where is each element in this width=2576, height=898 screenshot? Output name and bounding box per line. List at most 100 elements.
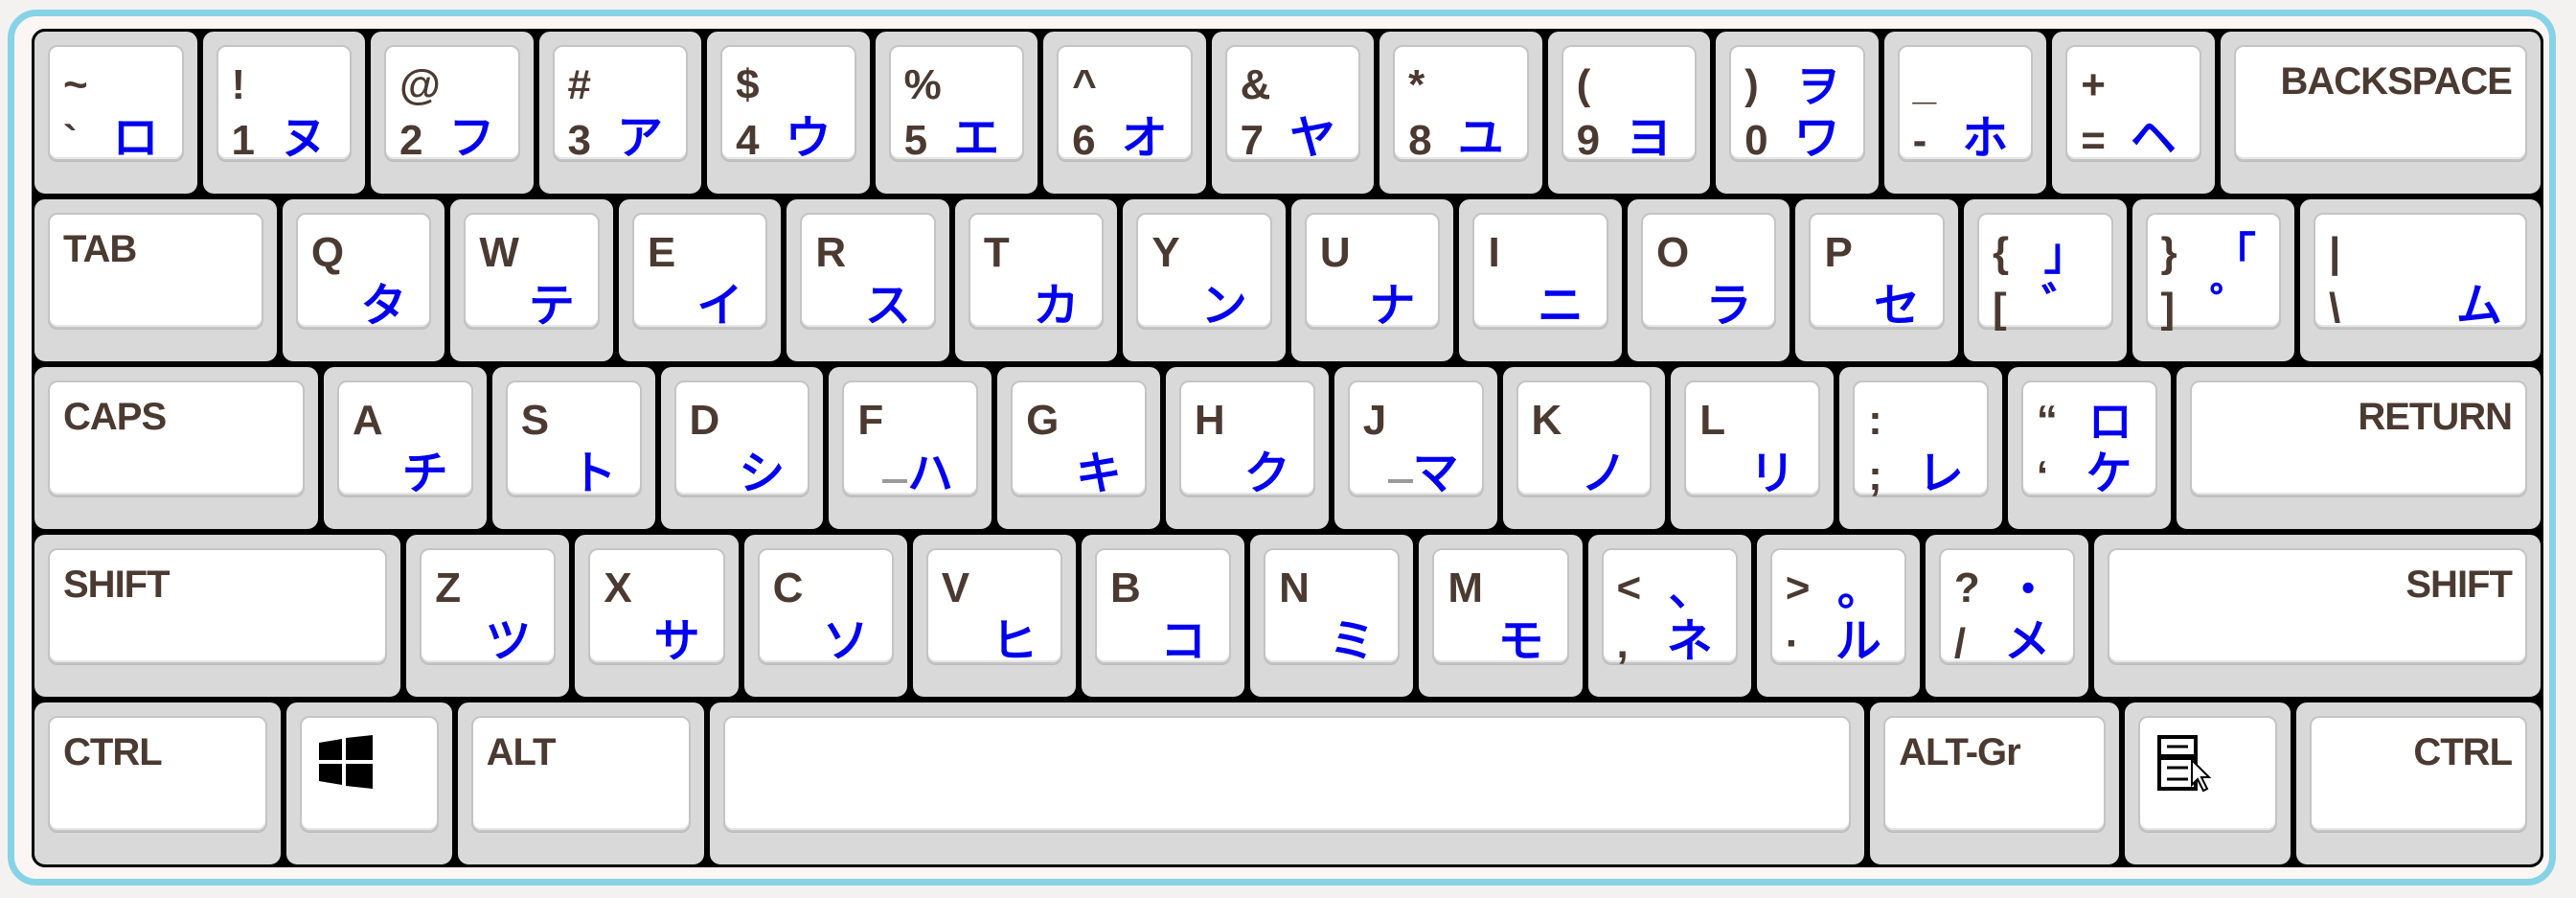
key-3[interactable]: #3 ア <box>536 29 705 196</box>
key-l[interactable]: Lリ <box>1668 364 1837 532</box>
keycap: @2 フ <box>384 45 520 162</box>
shift-legend: } <box>2160 229 2177 276</box>
key-equals[interactable]: + = ヘ <box>2049 29 2218 196</box>
shift-legend: < <box>1616 564 1642 611</box>
kana-shift-legend: 、 <box>1668 564 1713 614</box>
kana-legend: ユ <box>1457 113 1504 164</box>
key-q[interactable]: Qタ <box>279 196 448 364</box>
key-win[interactable] <box>284 700 455 867</box>
shift-legend: _ <box>1912 61 1937 108</box>
key-i[interactable]: Iニ <box>1456 196 1625 364</box>
key-p[interactable]: Pセ <box>1792 196 1961 364</box>
key-altgr[interactable]: ALT-Gr <box>1867 700 2123 867</box>
key-lbracket[interactable]: {[」゛ <box>1960 196 2130 364</box>
key-4[interactable]: $4 ウ <box>704 29 873 196</box>
key-rctrl[interactable]: CTRL <box>2292 700 2543 867</box>
base-legend: 1 <box>231 117 255 164</box>
key-0[interactable]: ) 0 ヲワ <box>1713 29 1881 196</box>
base-legend: · <box>1785 620 1800 667</box>
key-h[interactable]: Hク <box>1162 364 1332 532</box>
kana-shift-legend: ・ <box>2006 564 2051 614</box>
keycap: BACKSPACE <box>2233 45 2527 161</box>
shift-legend: H <box>1194 397 1225 444</box>
key-space[interactable] <box>706 700 1868 867</box>
key-e[interactable]: Eイ <box>615 196 785 364</box>
key-minus[interactable]: _ - ホ <box>1881 29 2050 196</box>
kana-legend: マ <box>1412 449 1459 499</box>
key-5[interactable]: % 5 エ <box>872 29 1041 196</box>
kana-legend: ン <box>1200 281 1247 332</box>
key-u[interactable]: Uナ <box>1288 196 1457 364</box>
key-s[interactable]: Sト <box>489 364 658 532</box>
key-tab[interactable]: TAB <box>32 196 280 364</box>
key-n[interactable]: Nミ <box>1247 532 1417 700</box>
key-label: SHIFT <box>2405 564 2513 606</box>
kana-legend: シ <box>739 449 786 499</box>
key-w[interactable]: Wテ <box>447 196 616 364</box>
kana-legend: ラ <box>1705 281 1752 332</box>
keycap: > · 。ル <box>1769 548 1906 667</box>
key-9[interactable]: (9 ヨ <box>1544 29 1714 196</box>
keyboard: ~ ` ロ! 1 ヌ @2 フ #3 ア $4 ウ% 5 エ ^ 6 オ & 7 ヤ * 8 ユ (9 ヨ) 0 ヲワ _ - ホ + = ヘ… <box>32 29 2544 867</box>
key-lshift[interactable]: SHIFT <box>32 532 404 700</box>
key-backspace[interactable]: BACKSPACE <box>2217 29 2543 196</box>
key-b[interactable]: Bコ <box>1078 532 1248 700</box>
keycap: “ ‘ ロケ <box>2020 380 2157 497</box>
keycap: Fハ <box>842 380 979 497</box>
key-lalt[interactable]: ALT <box>454 700 707 867</box>
kana-legend: ツ <box>485 616 532 667</box>
kana-legend: リ <box>1749 449 1796 499</box>
key-semicolon[interactable]: :; レ <box>1836 364 2005 532</box>
key-d[interactable]: Dシ <box>657 364 827 532</box>
kana-legend: ゜ <box>2210 281 2257 332</box>
key-6[interactable]: ^ 6 オ <box>1040 29 1209 196</box>
context-menu-icon <box>2157 735 2215 797</box>
key-return[interactable]: RETURN <box>2173 364 2544 532</box>
keycap: Nミ <box>1264 548 1401 667</box>
key-x[interactable]: Xサ <box>572 532 741 700</box>
key-j[interactable]: Jマ <box>1331 364 1500 532</box>
kana-legend: ウ <box>785 113 832 164</box>
key-f[interactable]: Fハ <box>826 364 995 532</box>
key-rshift[interactable]: SHIFT <box>2091 532 2543 700</box>
key-menu[interactable] <box>2122 700 2293 867</box>
key-quote[interactable]: “ ‘ ロケ <box>2004 364 2174 532</box>
key-a[interactable]: Aチ <box>320 364 490 532</box>
key-t[interactable]: Tカ <box>951 196 1121 364</box>
key-k[interactable]: Kノ <box>1499 364 1669 532</box>
key-7[interactable]: & 7 ヤ <box>1208 29 1378 196</box>
shift-legend: ^ <box>1072 61 1097 108</box>
key-caps[interactable]: CAPS <box>32 364 321 532</box>
key-lctrl[interactable]: CTRL <box>32 700 285 867</box>
shift-legend: K <box>1531 397 1562 444</box>
key-8[interactable]: * 8 ユ <box>1377 29 1545 196</box>
key-z[interactable]: Zツ <box>403 532 573 700</box>
key-rbracket[interactable]: }] 「゜ <box>2129 196 2298 364</box>
key-backslash[interactable]: | \ ム <box>2297 196 2543 364</box>
key-backtick[interactable]: ~ ` ロ <box>32 29 200 196</box>
key-c[interactable]: Cソ <box>741 532 910 700</box>
key-1[interactable]: ! 1 ヌ <box>199 29 369 196</box>
key-m[interactable]: Mモ <box>1416 532 1585 700</box>
keycap: Cソ <box>757 548 894 667</box>
shift-legend: ~ <box>63 61 88 108</box>
shift-legend: ! <box>231 61 246 108</box>
kana-legend: ミ <box>1329 616 1376 667</box>
base-legend: - <box>1912 117 1927 164</box>
key-y[interactable]: Yン <box>1120 196 1288 364</box>
key-g[interactable]: Gキ <box>994 364 1163 532</box>
key-period[interactable]: > · 。ル <box>1753 532 1923 700</box>
key-slash[interactable]: ? / ・メ <box>1922 532 2092 700</box>
base-legend: 7 <box>1240 117 1265 164</box>
key-v[interactable]: Vヒ <box>909 532 1079 700</box>
shift-legend: S <box>520 397 550 444</box>
kana-legend: ソ <box>822 616 869 667</box>
key-2[interactable]: @2 フ <box>368 29 536 196</box>
key-comma[interactable]: <, 、ネ <box>1584 532 1754 700</box>
keycap: Aチ <box>336 380 473 497</box>
base-legend: 4 <box>736 117 760 164</box>
key-o[interactable]: Oラ <box>1624 196 1793 364</box>
kana-legend: コ <box>1160 616 1207 667</box>
kana-shift-legend: ロ <box>2087 397 2132 447</box>
key-r[interactable]: Rス <box>784 196 952 364</box>
